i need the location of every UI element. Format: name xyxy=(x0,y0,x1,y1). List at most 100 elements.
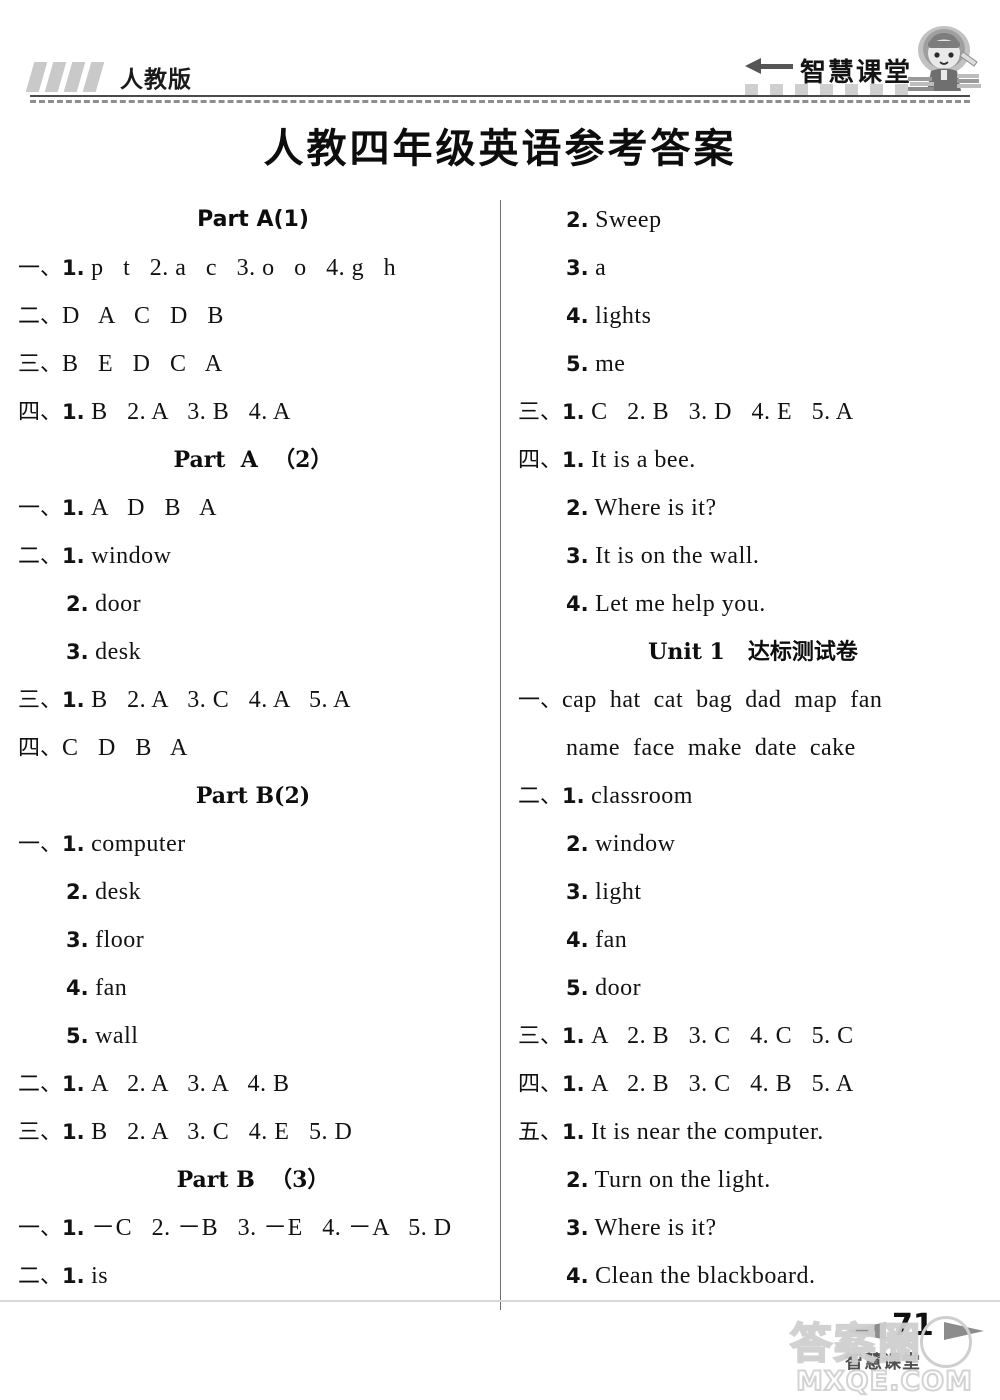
answer-line: 三、1. B 2. A 3. C 4. E 5. D xyxy=(18,1108,488,1156)
answer-text: lights xyxy=(588,303,652,329)
answer-line: 2. door xyxy=(18,580,488,628)
answer-item-number: 1. xyxy=(562,400,585,424)
student-girl-icon xyxy=(905,22,983,98)
answer-text: a xyxy=(588,255,607,281)
answer-line: 一、1. computer xyxy=(18,820,488,868)
answer-line: 3. desk xyxy=(18,628,488,676)
page-footer: 71 智慧课堂 xyxy=(0,1300,1000,1400)
answer-text: A 2. B 3. C 4. C 5. C xyxy=(584,1023,854,1049)
answer-group-marker: 二、 xyxy=(18,1264,63,1289)
answer-item-number: 1. xyxy=(562,448,585,472)
answer-text: D A C D B xyxy=(62,303,224,329)
decorative-slash-bars-icon xyxy=(25,62,108,92)
answer-text: floor xyxy=(88,927,145,953)
footer-brand-label: 智慧课堂 xyxy=(845,1352,921,1373)
section-heading: Part A(1) xyxy=(197,207,309,232)
answer-item-number: 3. xyxy=(566,544,589,568)
answer-item-number: 4. xyxy=(566,592,589,616)
answer-line: 四、1. B 2. A 3. B 4. A xyxy=(18,388,488,436)
answer-group-marker: 一、 xyxy=(18,832,63,857)
answer-line: 4. Let me help you. xyxy=(518,580,988,628)
answer-item-number: 3. xyxy=(566,256,589,280)
page-title: 人教四年级英语参考答案 xyxy=(263,125,737,172)
answer-text: B 2. A 3. C 4. E 5. D xyxy=(84,1119,353,1145)
answer-item-number: 1. xyxy=(62,544,85,568)
answer-text: Where is it? xyxy=(588,1215,717,1241)
answer-text: A 2. A 3. A 4. B xyxy=(84,1071,290,1097)
answer-item-number: 2. xyxy=(66,880,89,904)
answer-line: 一、1. －C 2. －B 3. －E 4. －A 5. D xyxy=(18,1204,488,1252)
answer-group-marker: 四、 xyxy=(18,736,63,761)
answer-text: B 2. A 3. C 4. A 5. A xyxy=(84,687,351,713)
footer-left-triangle-icon xyxy=(846,1322,886,1340)
answer-text: fan xyxy=(88,975,128,1001)
answer-text: me xyxy=(588,351,626,377)
answer-item-number: 2. xyxy=(66,592,89,616)
answer-text: door xyxy=(588,975,642,1001)
answer-text: fan xyxy=(588,927,628,953)
answer-line: 一、1. A D B A xyxy=(18,484,488,532)
answer-line: 4. lights xyxy=(518,292,988,340)
answer-item-number: 2. xyxy=(566,832,589,856)
answer-line: 二、1. classroom xyxy=(518,772,988,820)
answer-item-number: 3. xyxy=(66,640,89,664)
answer-key-body: Part A(1) 一、1. p t 2. a c 3. o o 4. g h 二、… xyxy=(0,196,1000,1316)
answer-line: 一、cap hat cat bag dad map fan xyxy=(518,676,988,724)
answer-line: 5. me xyxy=(518,340,988,388)
answer-group-marker: 四、 xyxy=(18,400,63,425)
section-heading: Unit 1 达标测试卷 xyxy=(648,639,858,665)
answer-item-number: 1. xyxy=(562,1120,585,1144)
answer-text: p t 2. a c 3. o o 4. g h xyxy=(84,255,397,281)
answer-line: 2. Turn on the light. xyxy=(518,1156,988,1204)
answer-text: light xyxy=(588,879,642,905)
answer-line: 二、D A C D B xyxy=(18,292,488,340)
answer-item-number: 2. xyxy=(566,496,589,520)
answer-line: 二、1. A 2. A 3. A 4. B xyxy=(18,1060,488,1108)
answer-text: desk xyxy=(88,639,142,665)
answer-group-marker: 二、 xyxy=(18,304,63,329)
answer-line: 一、1. p t 2. a c 3. o o 4. g h xyxy=(18,244,488,292)
section-heading: Part A （2） xyxy=(173,447,333,473)
answer-item-number: 3. xyxy=(566,1216,589,1240)
answer-item-number: 5. xyxy=(66,1024,89,1048)
answer-group-marker: 三、 xyxy=(518,400,563,425)
answer-item-number: 2. xyxy=(566,208,589,232)
answer-item-number: 4. xyxy=(66,976,89,1000)
answer-text: classroom xyxy=(584,783,693,809)
column-divider xyxy=(500,200,501,1310)
answer-text: B 2. A 3. B 4. A xyxy=(84,399,291,425)
answer-line: 四、1. A 2. B 3. C 4. B 5. A xyxy=(518,1060,988,1108)
answer-line: 4. Clean the blackboard. xyxy=(518,1252,988,1300)
page-number: 71 xyxy=(892,1308,934,1343)
answer-text: door xyxy=(88,591,142,617)
answer-text: A 2. B 3. C 4. B 5. A xyxy=(584,1071,854,1097)
answer-group-marker: 一、 xyxy=(518,688,563,713)
section-heading: Part B （3） xyxy=(176,1167,330,1193)
answer-item-number: 2. xyxy=(566,1168,589,1192)
answer-text: It is on the wall. xyxy=(588,543,760,569)
answer-group-marker: 三、 xyxy=(18,352,63,377)
answer-text: computer xyxy=(84,831,186,857)
answer-text: C 2. B 3. D 4. E 5. A xyxy=(584,399,854,425)
answer-text: Where is it? xyxy=(588,495,717,521)
answer-line: 3. It is on the wall. xyxy=(518,532,988,580)
answer-item-number: 1. xyxy=(62,400,85,424)
header-rule-solid xyxy=(30,95,970,97)
answer-group-marker: 四、 xyxy=(518,448,563,473)
answer-line: name face make date cake xyxy=(518,724,988,772)
answer-line: 5. door xyxy=(518,964,988,1012)
publisher-label: 人教版 xyxy=(120,67,192,93)
answer-item-number: 5. xyxy=(566,976,589,1000)
answer-line: 3. light xyxy=(518,868,988,916)
answer-text: C D B A xyxy=(62,735,188,761)
answer-item-number: 1. xyxy=(62,688,85,712)
footer-rule xyxy=(0,1300,1000,1302)
answer-line: 三、B E D C A xyxy=(18,340,488,388)
answer-group-marker: 五、 xyxy=(518,1120,563,1145)
answer-text: window xyxy=(588,831,676,857)
answer-group-marker: 三、 xyxy=(18,688,63,713)
answer-item-number: 4. xyxy=(566,1264,589,1288)
answer-item-number: 1. xyxy=(62,832,85,856)
answer-text: B E D C A xyxy=(62,351,223,377)
answer-group-marker: 四、 xyxy=(518,1072,563,1097)
